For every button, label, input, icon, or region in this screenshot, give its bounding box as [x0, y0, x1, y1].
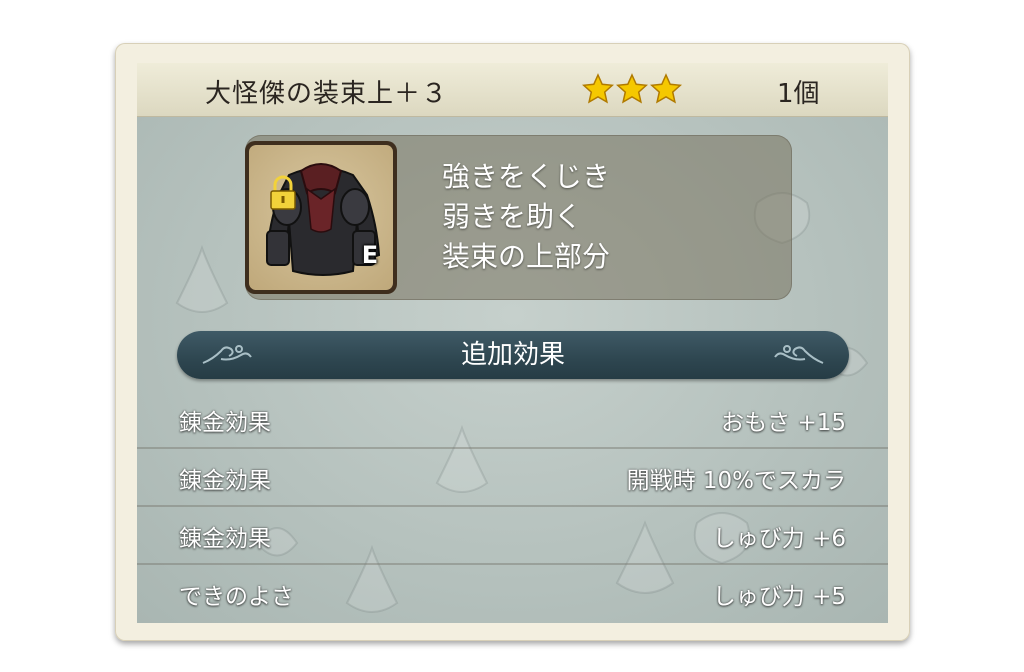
additional-effects-header: 追加効果 — [177, 331, 849, 379]
effect-row: 錬金効果 開戦時 10%でスカラ — [137, 447, 888, 507]
item-icon-frame[interactable]: E — [245, 141, 397, 294]
item-count: 1個 — [777, 79, 820, 109]
effect-value: おもさ +15 — [721, 410, 846, 436]
item-detail-panel: 大怪傑の装束上＋３ 1個 E 強きをくじき 弱きを助く 装束の上部分 追加効果 … — [137, 63, 888, 623]
effect-label: 錬金効果 — [179, 468, 271, 494]
star-icon — [582, 73, 614, 104]
effect-row: 錬金効果 しゅび力 +6 — [137, 505, 888, 565]
flourish-icon — [774, 345, 824, 364]
lock-icon — [270, 175, 296, 210]
effect-value: しゅび力 +5 — [712, 584, 846, 610]
rarity-stars — [582, 73, 682, 105]
equipped-badge: E — [361, 241, 379, 269]
description-line: 強きをくじき — [442, 160, 611, 193]
effect-row: 錬金効果 おもさ +15 — [137, 389, 888, 449]
effect-label: 錬金効果 — [179, 410, 271, 436]
star-icon — [650, 73, 682, 104]
effect-value: 開戦時 10%でスカラ — [626, 468, 846, 494]
star-icon — [616, 73, 648, 104]
item-description: 強きをくじき 弱きを助く 装束の上部分 — [442, 157, 610, 277]
effect-value: しゅび力 +6 — [712, 526, 846, 552]
effect-label: 錬金効果 — [179, 526, 271, 552]
item-header: 大怪傑の装束上＋３ 1個 — [137, 63, 888, 117]
section-title: 追加効果 — [460, 340, 565, 370]
description-line: 弱きを助く — [442, 200, 583, 233]
effect-row: できのよさ しゅび力 +5 — [137, 563, 888, 621]
item-name: 大怪傑の装束上＋３ — [205, 79, 449, 109]
description-line: 装束の上部分 — [442, 240, 611, 273]
effect-label: できのよさ — [179, 584, 294, 610]
